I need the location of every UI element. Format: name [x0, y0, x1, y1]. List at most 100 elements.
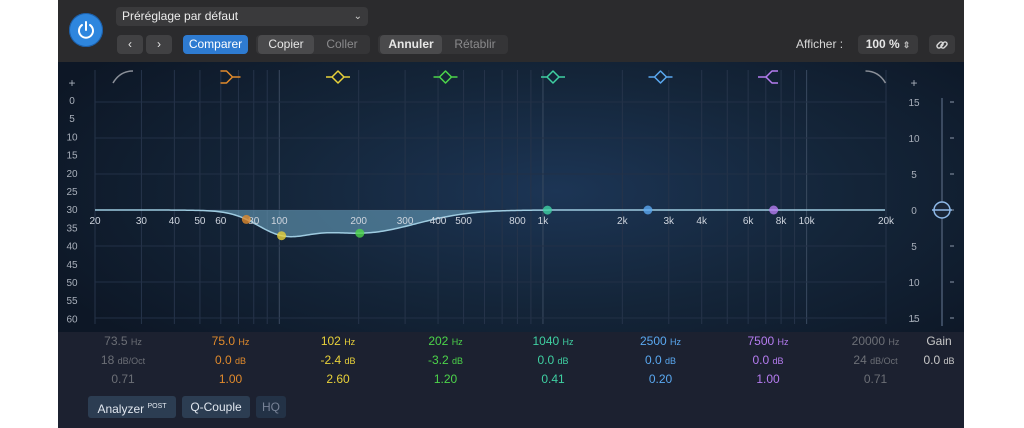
- redo-button[interactable]: Rétablir: [444, 35, 506, 54]
- frequency-label: 8k: [776, 216, 788, 227]
- band-gain-unit: dB: [452, 356, 464, 366]
- band-frequency-unit: Hz: [451, 337, 463, 347]
- band-gain-value: 18: [100, 353, 115, 367]
- gain-value-row[interactable]: 0.0 dB: [914, 351, 964, 370]
- previous-preset-button[interactable]: ‹: [117, 35, 143, 54]
- band-frequency[interactable]: 202 Hz: [396, 332, 496, 351]
- frequency-label: 6k: [743, 216, 755, 227]
- band-column: 202 Hz -3.2 dB 1.20: [396, 332, 496, 389]
- high-shelf-icon[interactable]: [758, 70, 778, 84]
- hq-button[interactable]: HQ: [256, 396, 286, 418]
- bell-icon[interactable]: [326, 70, 350, 84]
- stepper-icon: ⇕: [902, 40, 911, 50]
- zoom-select[interactable]: 100 % ⇕: [858, 35, 918, 54]
- band-column: 7500 Hz 0.0 dB 1.00: [718, 332, 818, 389]
- band-handle[interactable]: [769, 205, 779, 215]
- analyzer-scale-label: 20: [66, 169, 78, 180]
- band-handle[interactable]: [277, 231, 287, 241]
- band-gain-or-slope[interactable]: -3.2 dB: [396, 351, 496, 370]
- bell-icon[interactable]: [433, 70, 458, 84]
- band-gain-or-slope[interactable]: 0.0 dB: [503, 351, 603, 370]
- band-column: 2500 Hz 0.0 dB 0.20: [611, 332, 711, 389]
- band-gain-value: 0.0: [752, 353, 770, 367]
- band-gain-value: 0.0: [537, 353, 555, 367]
- analyzer-scale-label: 55: [66, 296, 78, 307]
- band-frequency-unit: Hz: [777, 337, 789, 347]
- band-q[interactable]: 0.71: [73, 370, 173, 389]
- copy-button[interactable]: Copier: [258, 35, 314, 54]
- compare-button[interactable]: Comparer: [183, 35, 248, 54]
- band-handle[interactable]: [241, 214, 251, 224]
- band-frequency[interactable]: 20000 Hz: [826, 332, 926, 351]
- band-q[interactable]: 0.71: [826, 370, 926, 389]
- high-cut-icon[interactable]: [865, 70, 887, 84]
- power-icon: [78, 21, 94, 39]
- analyzer-scale-label: 30: [66, 205, 78, 216]
- band-q[interactable]: 1.20: [396, 370, 496, 389]
- band-frequency-unit: Hz: [888, 337, 900, 347]
- undo-button[interactable]: Annuler: [380, 35, 442, 54]
- band-q[interactable]: 0.41: [503, 370, 603, 389]
- band-handle[interactable]: [643, 205, 653, 215]
- band-gain-or-slope[interactable]: 0.0 dB: [181, 351, 281, 370]
- frequency-label: 60: [215, 216, 227, 227]
- bell-icon[interactable]: [541, 70, 565, 84]
- band-gain-or-slope[interactable]: 18 dB/Oct: [73, 351, 173, 370]
- band-frequency-value: 1040: [532, 334, 560, 348]
- frequency-label: 500: [455, 216, 472, 227]
- band-frequency[interactable]: 73.5 Hz: [73, 332, 173, 351]
- paste-button[interactable]: Coller: [316, 35, 368, 54]
- gain-label: Gain: [926, 334, 952, 348]
- low-shelf-icon[interactable]: [220, 70, 241, 84]
- band-q[interactable]: 0.20: [611, 370, 711, 389]
- eq-graph[interactable]: 0 5 10 15 20 25 30 35 40 45 50 55 60 +15 10 5 0 5 10 15 + -20…: [58, 62, 964, 332]
- band-frequency[interactable]: 1040 Hz: [503, 332, 603, 351]
- band-handle[interactable]: [542, 205, 552, 215]
- band-gain-value: -2.4: [320, 353, 342, 367]
- low-cut-icon[interactable]: [112, 70, 134, 84]
- band-frequency-unit: Hz: [562, 337, 574, 347]
- gain-scale-label: 15: [908, 98, 920, 109]
- band-gain-or-slope[interactable]: 0.0 dB: [611, 351, 711, 370]
- frequency-label: 2k: [617, 216, 629, 227]
- plugin-header: Préréglage par défaut ⌄ ‹ › Comparer Cop…: [58, 0, 964, 63]
- power-button[interactable]: [69, 13, 103, 47]
- frequency-label: 30: [136, 216, 148, 227]
- band-gain-value: 0.0: [214, 353, 232, 367]
- band-column: 20000 Hz 24 dB/Oct 0.71: [826, 332, 926, 389]
- gain-scale-label: 5: [911, 242, 917, 253]
- frequency-label: 4k: [696, 216, 708, 227]
- link-button[interactable]: [929, 35, 955, 54]
- band-frequency-unit: Hz: [130, 337, 142, 347]
- band-gain-or-slope[interactable]: -2.4 dB: [288, 351, 388, 370]
- eq-curve-fill: [95, 210, 886, 237]
- band-frequency[interactable]: 2500 Hz: [611, 332, 711, 351]
- q-couple-button[interactable]: Q-Couple: [182, 396, 250, 418]
- band-q[interactable]: 1.00: [718, 370, 818, 389]
- frequency-label: 10k: [799, 216, 816, 227]
- band-frequency-unit: Hz: [670, 337, 682, 347]
- band-q[interactable]: 2.60: [288, 370, 388, 389]
- band-frequency[interactable]: 7500 Hz: [718, 332, 818, 351]
- next-preset-button[interactable]: ›: [146, 35, 172, 54]
- frequency-label: 20: [89, 216, 101, 227]
- band-frequency[interactable]: 75.0 Hz: [181, 332, 281, 351]
- eq-graph-canvas[interactable]: 051015202530354045505560+15105051015+-20…: [58, 62, 964, 332]
- analyzer-scale-label: 45: [66, 260, 78, 271]
- band-frequency[interactable]: 102 Hz: [288, 332, 388, 351]
- frequency-label: 200: [350, 216, 367, 227]
- analyzer-scale-label: 40: [66, 242, 78, 253]
- band-column: 73.5 Hz 18 dB/Oct 0.71: [73, 332, 173, 389]
- frequency-label: 100: [271, 216, 288, 227]
- band-gain-unit: dB: [344, 356, 356, 366]
- frequency-label: 300: [397, 216, 414, 227]
- preset-dropdown[interactable]: Préréglage par défaut ⌄: [116, 7, 368, 26]
- gain-readout: Gain 0.0 dB: [914, 332, 964, 370]
- eq-plugin-window: Préréglage par défaut ⌄ ‹ › Comparer Cop…: [58, 0, 964, 428]
- band-handle[interactable]: [355, 228, 365, 238]
- band-q[interactable]: 1.00: [181, 370, 281, 389]
- band-gain-or-slope[interactable]: 24 dB/Oct: [826, 351, 926, 370]
- band-gain-or-slope[interactable]: 0.0 dB: [718, 351, 818, 370]
- analyzer-button[interactable]: Analyzer POST: [88, 396, 176, 418]
- analyzer-scale-label: 10: [66, 132, 78, 143]
